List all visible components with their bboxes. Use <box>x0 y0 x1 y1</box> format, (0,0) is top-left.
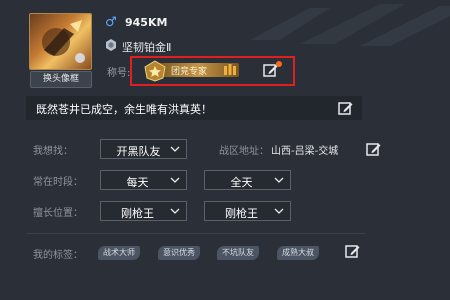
avatar-art <box>42 20 85 63</box>
edit-tags-icon[interactable] <box>345 244 360 258</box>
distance: 945KM <box>125 16 168 29</box>
rank-text: 坚韧铂金Ⅱ <box>122 41 172 54</box>
avatar-frame[interactable] <box>26 11 93 77</box>
edit-region-icon[interactable] <box>366 142 381 156</box>
title-label: 称号: <box>107 68 131 79</box>
tag-item: 战术大师 <box>98 246 140 260</box>
chevron-down-icon <box>274 177 284 183</box>
tag-item: 意识优秀 <box>158 246 200 260</box>
region-label: 战区地址： <box>219 146 269 157</box>
chevron-down-icon <box>170 208 180 214</box>
position-label: 擅长位置： <box>33 208 83 219</box>
chevron-down-icon <box>170 177 180 183</box>
chevron-down-icon <box>170 146 180 152</box>
region-value: 山西-吕梁-交城 <box>271 146 339 157</box>
tag-item: 不坑队友 <box>217 246 259 260</box>
edit-slogan-icon[interactable] <box>338 101 353 115</box>
tag-item: 成熟大叔 <box>277 246 319 260</box>
looking-for-select[interactable]: 开黑队友 <box>100 139 187 159</box>
online-time-label: 常在时段： <box>33 177 83 188</box>
divider <box>26 233 366 234</box>
avatar <box>29 13 92 70</box>
position-2-select[interactable]: 刚枪王 <box>204 201 291 221</box>
change-avatar-frame-button[interactable]: 换头像框 <box>30 71 92 88</box>
slogan-text: 既然苍井已成空，余生唯有洪真英！ <box>36 103 212 116</box>
notification-dot <box>276 61 282 67</box>
tags-label: 我的标签： <box>33 250 83 261</box>
online-time-select[interactable]: 全天 <box>204 170 291 190</box>
position-1-select[interactable]: 刚枪王 <box>100 201 187 221</box>
looking-for-label: 我想找： <box>33 146 73 157</box>
gender-male-icon: ♂ <box>105 15 117 30</box>
online-day-select[interactable]: 每天 <box>100 170 187 190</box>
rank-icon <box>106 39 116 51</box>
background-decoration <box>250 4 450 46</box>
chevron-down-icon <box>274 208 284 214</box>
